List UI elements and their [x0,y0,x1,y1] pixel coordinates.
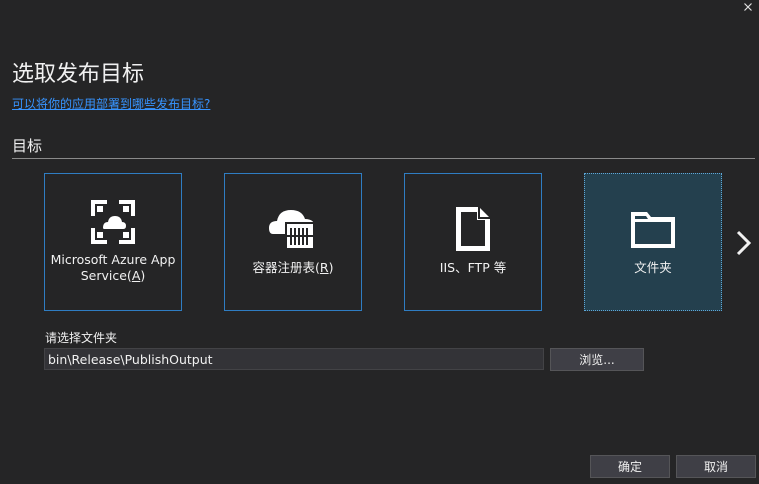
container-registry-icon [225,204,361,252]
chevron-right-icon [736,230,752,256]
next-targets-button[interactable] [733,228,755,258]
target-label: Microsoft Azure App Service(A) [50,252,176,283]
document-icon [405,204,541,254]
target-label: IIS、FTP 等 [439,260,507,275]
target-folder[interactable]: 文件夹 [584,173,722,311]
help-link[interactable]: 可以将你的应用部署到哪些发布目标? [12,96,210,112]
target-azure-app-service[interactable]: Microsoft Azure App Service(A) [44,173,182,311]
section-divider [12,158,755,159]
page-title: 选取发布目标 [12,62,145,87]
close-button[interactable] [737,0,759,14]
folder-path-input[interactable] [44,348,544,370]
target-label: 文件夹 [634,260,672,275]
target-iis-ftp[interactable]: IIS、FTP 等 [404,173,542,311]
folder-field-label: 请选择文件夹 [45,331,118,345]
cancel-button[interactable]: 取消 [676,455,756,478]
target-label: 容器注册表(R) [252,260,334,275]
azure-app-service-icon [45,198,181,246]
target-container-registry[interactable]: 容器注册表(R) [224,173,362,311]
browse-button[interactable]: 浏览... [550,348,644,371]
ok-button[interactable]: 确定 [590,455,670,478]
close-icon [744,3,752,11]
section-label: 目标 [12,137,43,155]
folder-icon [585,208,721,250]
